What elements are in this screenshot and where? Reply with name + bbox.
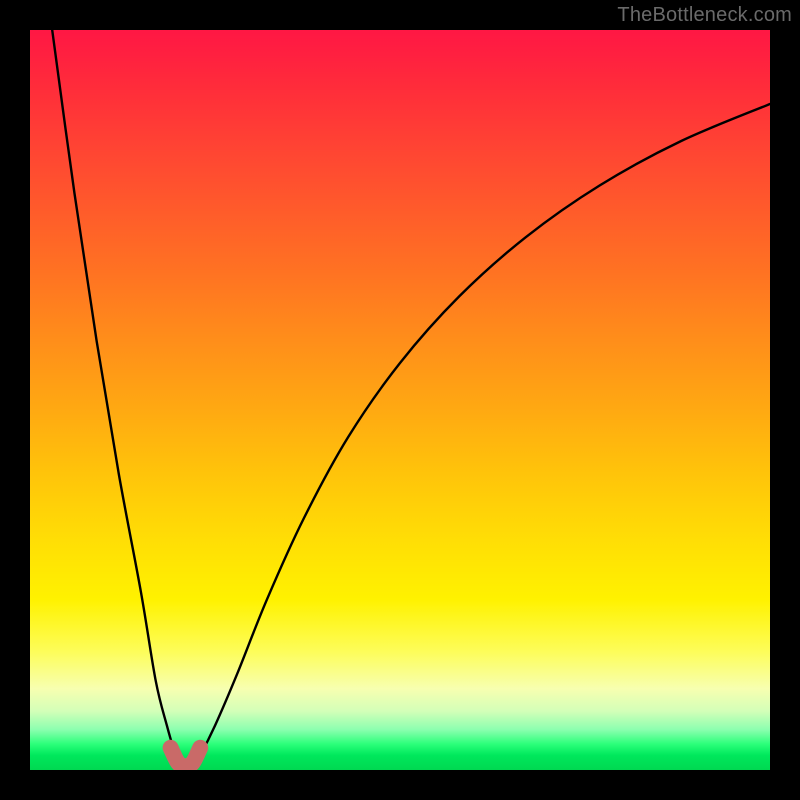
plot-area [30,30,770,770]
curve-left-branch [52,30,182,766]
curve-layer [30,30,770,770]
watermark-text: TheBottleneck.com [617,4,792,27]
chart-frame: TheBottleneck.com [0,0,800,800]
curve-right-branch [193,104,770,766]
valley-marker [171,748,201,767]
